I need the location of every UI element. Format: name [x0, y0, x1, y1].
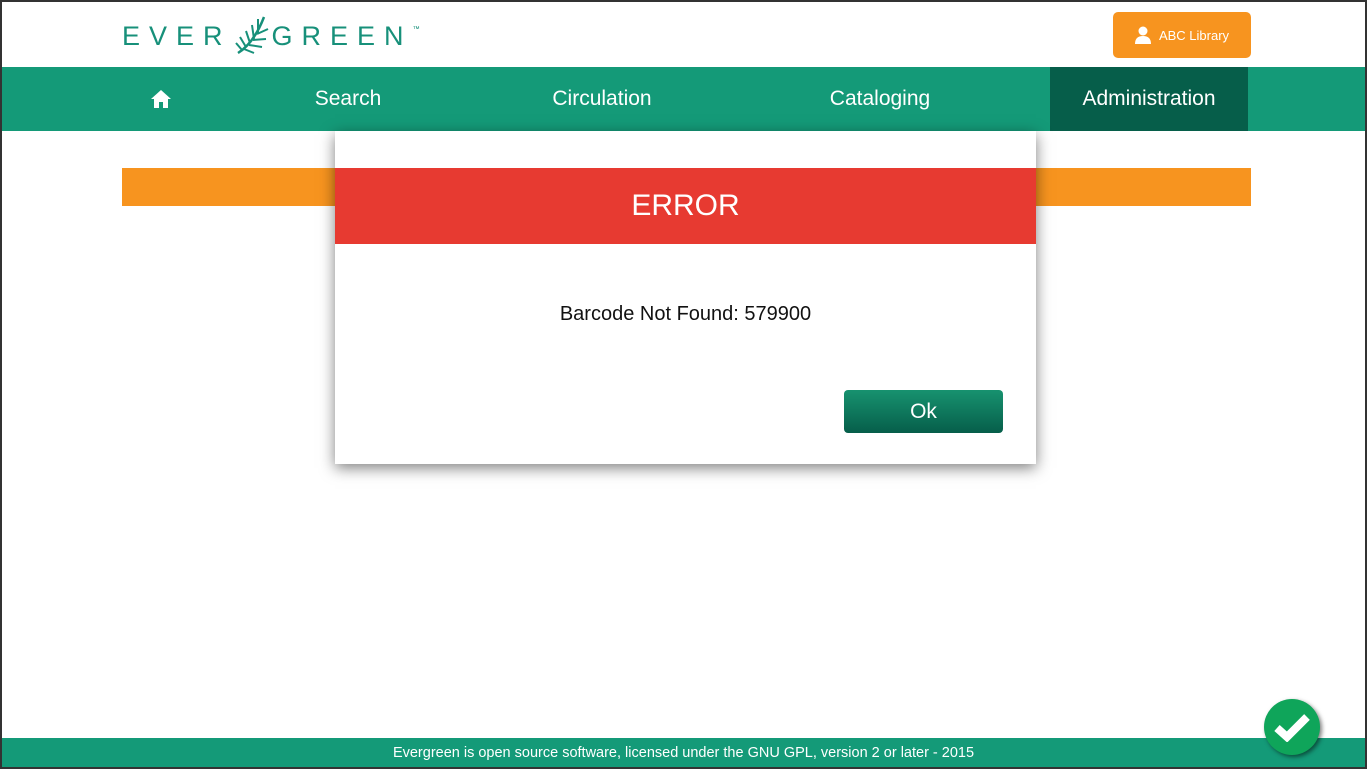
logo-tm: ™ [412, 26, 420, 33]
logo-text-left: EVER [122, 20, 232, 51]
main-nav: Search Circulation Cataloging Administra… [2, 67, 1365, 131]
user-icon [1134, 26, 1151, 44]
dialog-message: Barcode Not Found: 579900 [559, 303, 812, 325]
dialog-title: ERROR [335, 168, 1036, 244]
error-dialog: ERROR Barcode Not Found: 579900 Ok [335, 131, 1036, 464]
user-library-button[interactable]: ABC Library [1113, 12, 1251, 58]
nav-cataloging[interactable]: Cataloging [780, 67, 980, 131]
nav-circulation[interactable]: Circulation [502, 67, 702, 131]
evergreen-logo: EVER GREEN ™ [122, 12, 420, 60]
nav-search[interactable]: Search [248, 67, 448, 131]
user-label: ABC Library [1158, 27, 1230, 43]
nav-home[interactable] [122, 67, 200, 131]
fern-icon [234, 16, 268, 55]
ok-button[interactable]: Ok [844, 390, 1003, 433]
checkmark-icon[interactable] [1264, 699, 1320, 755]
nav-administration[interactable]: Administration [1050, 67, 1248, 131]
home-icon [151, 90, 171, 108]
footer: Evergreen is open source software, licen… [2, 738, 1365, 767]
logo-text-right: GREEN [271, 20, 413, 51]
